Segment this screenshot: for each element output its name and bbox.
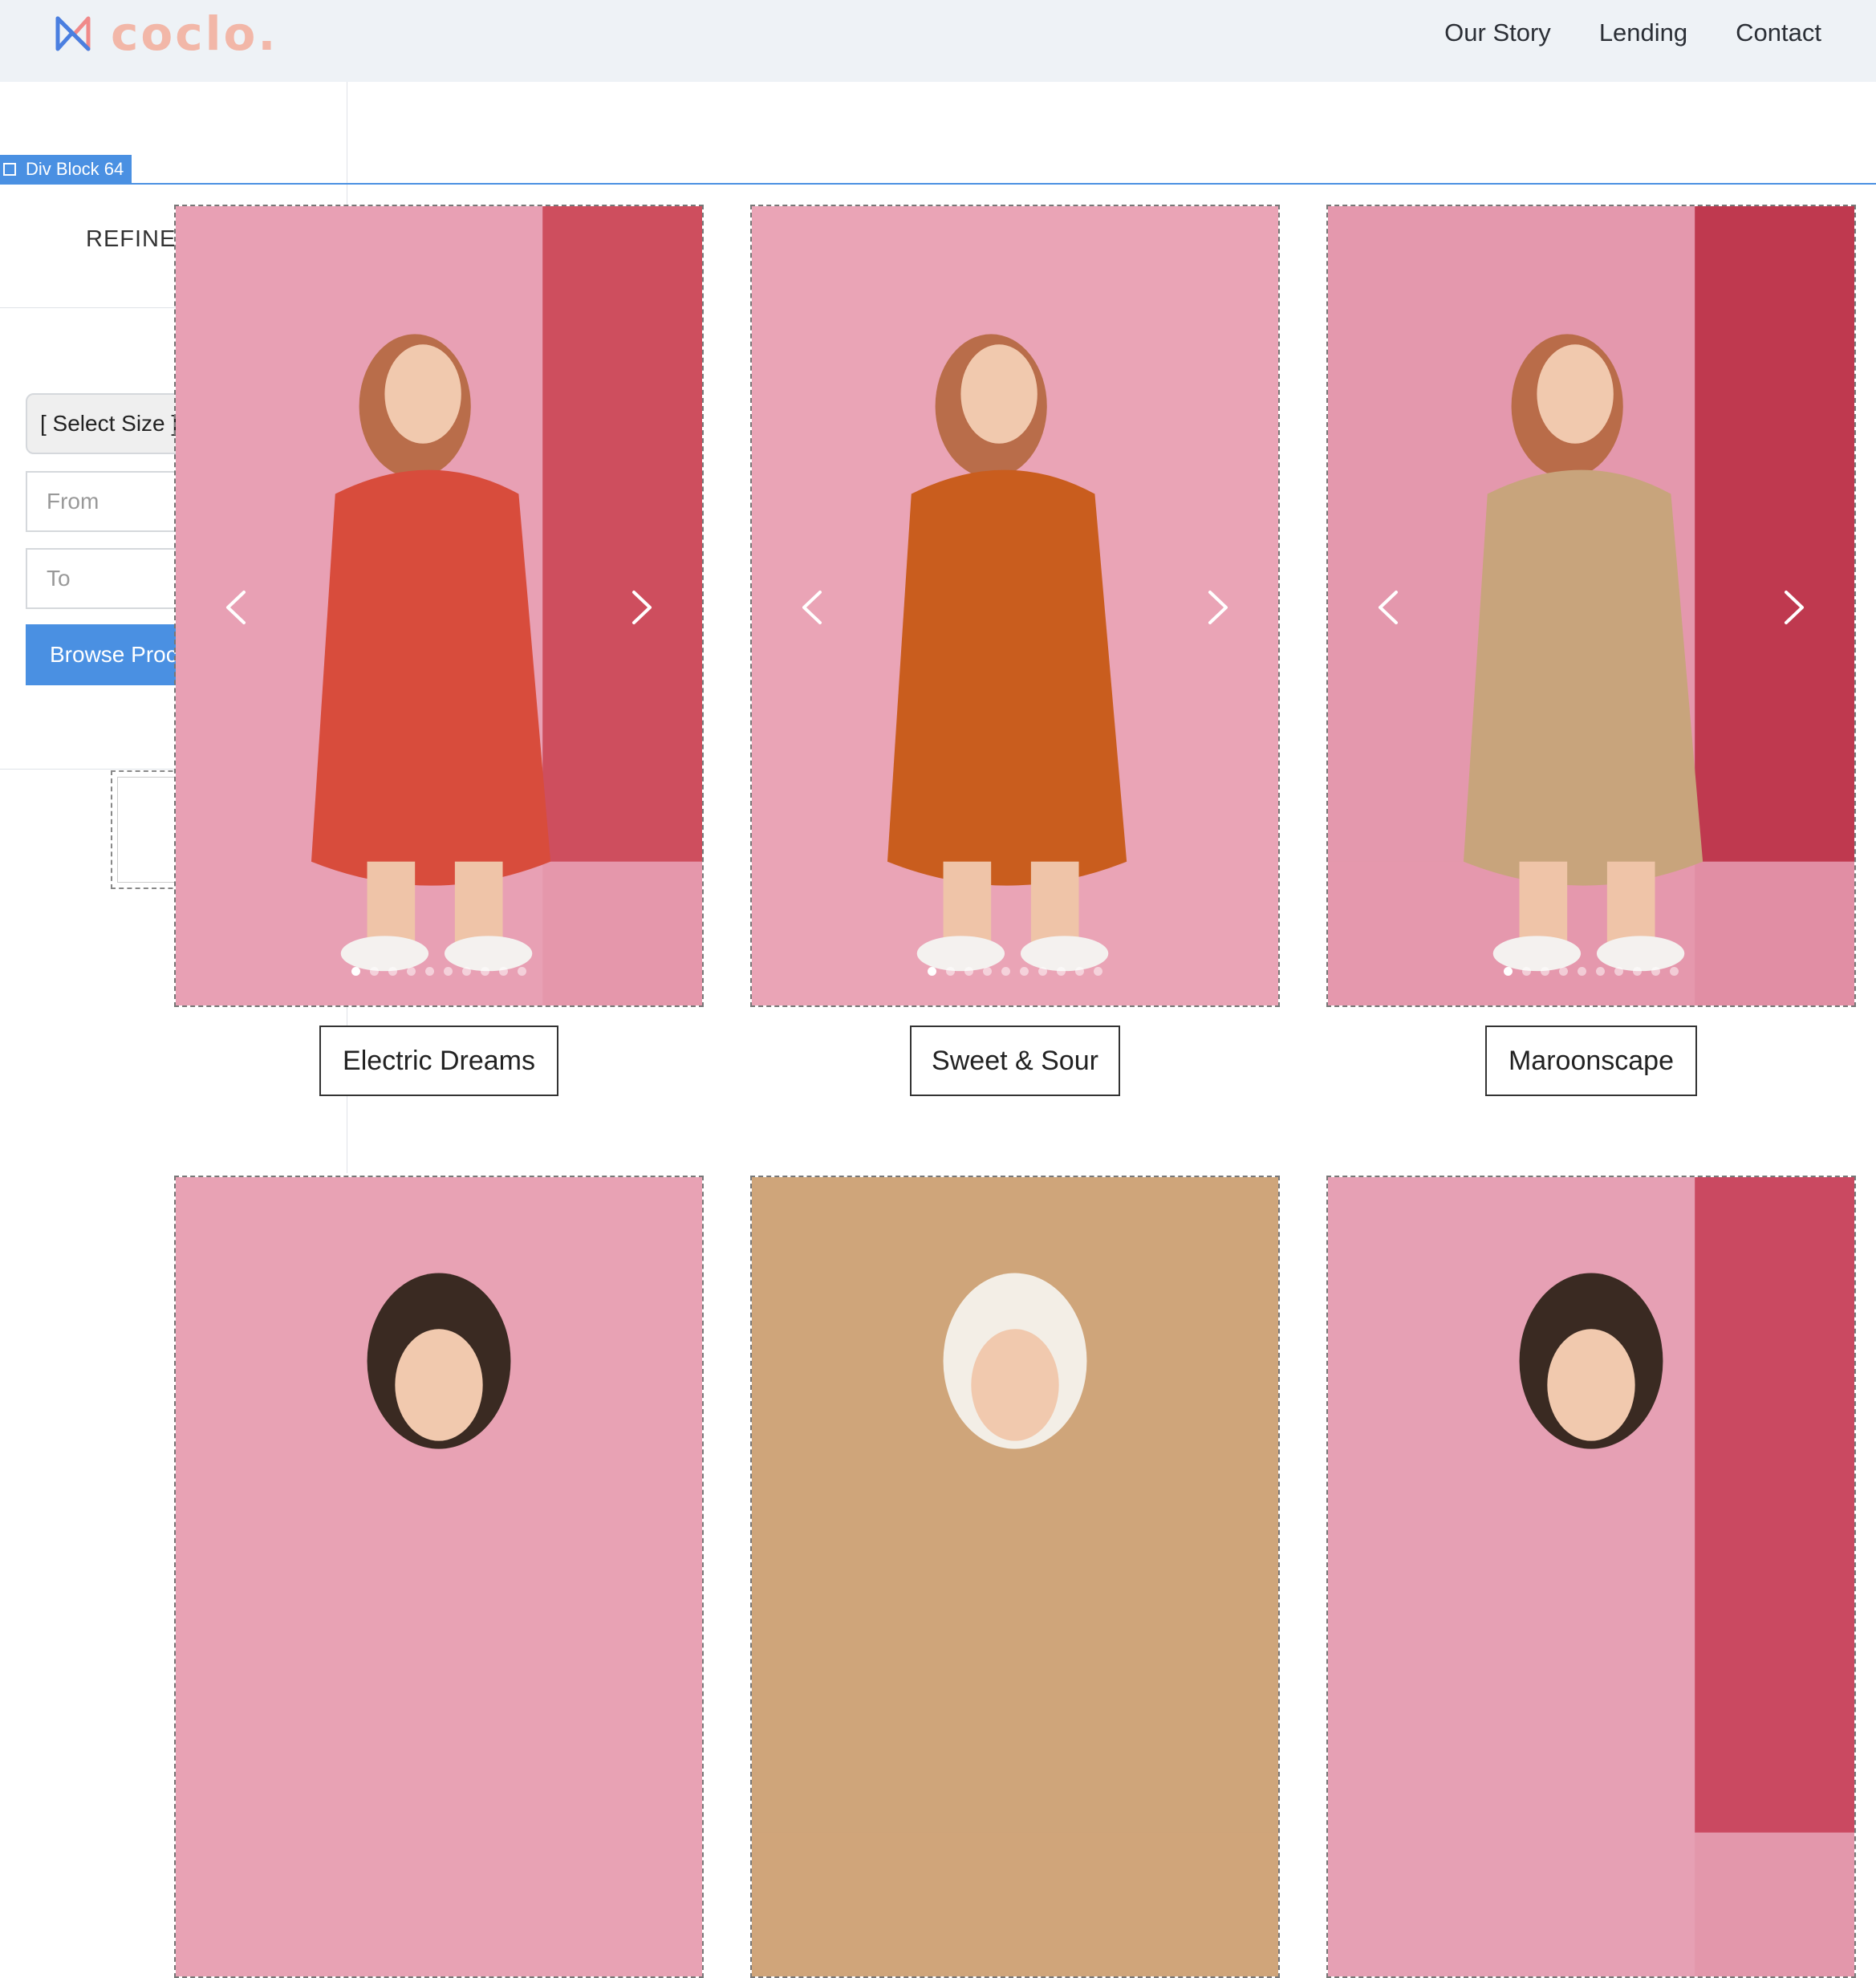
slider-dot[interactable] bbox=[1094, 967, 1102, 976]
slider-dot[interactable] bbox=[407, 967, 416, 976]
nav-contact[interactable]: Contact bbox=[1736, 16, 1821, 50]
nav-lending[interactable]: Lending bbox=[1599, 16, 1687, 50]
slider-dot[interactable] bbox=[983, 967, 992, 976]
product-title-button[interactable]: Electric Dreams bbox=[319, 1026, 558, 1096]
slider-dot[interactable] bbox=[1559, 967, 1568, 976]
selected-element-tag[interactable]: Div Block 64 bbox=[0, 155, 132, 184]
product-photo bbox=[176, 1177, 702, 1976]
product-card[interactable] bbox=[174, 1176, 704, 1978]
slider-dot[interactable] bbox=[1001, 967, 1010, 976]
slider-dot[interactable] bbox=[1075, 967, 1084, 976]
slider-dot[interactable] bbox=[351, 967, 360, 976]
slider-dot[interactable] bbox=[1596, 967, 1605, 976]
slider-dot[interactable] bbox=[444, 967, 453, 976]
slider-dot[interactable] bbox=[964, 967, 973, 976]
slider-prev-arrow-icon[interactable] bbox=[1363, 575, 1411, 640]
slider-next-arrow-icon[interactable] bbox=[619, 575, 667, 640]
slider-dot[interactable] bbox=[1578, 967, 1586, 976]
product-photo bbox=[752, 1177, 1278, 1976]
slider-dots bbox=[176, 967, 702, 976]
slider-dot[interactable] bbox=[425, 967, 434, 976]
slider-dot[interactable] bbox=[462, 967, 471, 976]
brand-name: coclo. bbox=[111, 6, 278, 61]
slider-dots bbox=[1328, 967, 1854, 976]
logo[interactable]: coclo. bbox=[51, 10, 278, 58]
slider-prev-arrow-icon[interactable] bbox=[211, 575, 259, 640]
slider-dot[interactable] bbox=[388, 967, 397, 976]
slider-dot[interactable] bbox=[946, 967, 955, 976]
product-card[interactable] bbox=[1326, 1176, 1856, 1978]
selection-outline bbox=[0, 183, 1876, 185]
slider-prev-arrow-icon[interactable] bbox=[787, 575, 835, 640]
slider-dot[interactable] bbox=[1651, 967, 1660, 976]
slider-dot[interactable] bbox=[518, 967, 526, 976]
product-card[interactable] bbox=[750, 205, 1280, 1007]
slider-dot[interactable] bbox=[1633, 967, 1642, 976]
product-title-button[interactable]: Sweet & Sour bbox=[910, 1026, 1120, 1096]
slider-dot[interactable] bbox=[1504, 967, 1513, 976]
slider-dot[interactable] bbox=[1038, 967, 1047, 976]
slider-next-arrow-icon[interactable] bbox=[1771, 575, 1819, 640]
slider-dot[interactable] bbox=[1670, 967, 1679, 976]
slider-dots bbox=[752, 967, 1278, 976]
slider-dot[interactable] bbox=[499, 967, 508, 976]
slider-dot[interactable] bbox=[1057, 967, 1066, 976]
slider-dot[interactable] bbox=[928, 967, 936, 976]
product-card[interactable] bbox=[750, 1176, 1280, 1978]
slider-dot[interactable] bbox=[1020, 967, 1029, 976]
product-card[interactable] bbox=[1326, 205, 1856, 1007]
slider-dot[interactable] bbox=[370, 967, 379, 976]
slider-dot[interactable] bbox=[1522, 967, 1531, 976]
selected-element-label: Div Block 64 bbox=[26, 159, 124, 179]
slider-dot[interactable] bbox=[1541, 967, 1549, 976]
slider-dot[interactable] bbox=[1614, 967, 1623, 976]
product-title-button[interactable]: Maroonscape bbox=[1485, 1026, 1697, 1096]
product-card[interactable] bbox=[174, 205, 704, 1007]
product-photo bbox=[1328, 1177, 1854, 1976]
slider-next-arrow-icon[interactable] bbox=[1195, 575, 1243, 640]
main-nav: Our Story Lending Contact bbox=[1396, 16, 1821, 50]
slider-dot[interactable] bbox=[481, 967, 489, 976]
site-header: coclo. Our Story Lending Contact bbox=[0, 0, 1876, 82]
brand-mark-icon bbox=[55, 16, 91, 51]
element-icon bbox=[3, 163, 16, 176]
nav-our-story[interactable]: Our Story bbox=[1444, 16, 1551, 50]
